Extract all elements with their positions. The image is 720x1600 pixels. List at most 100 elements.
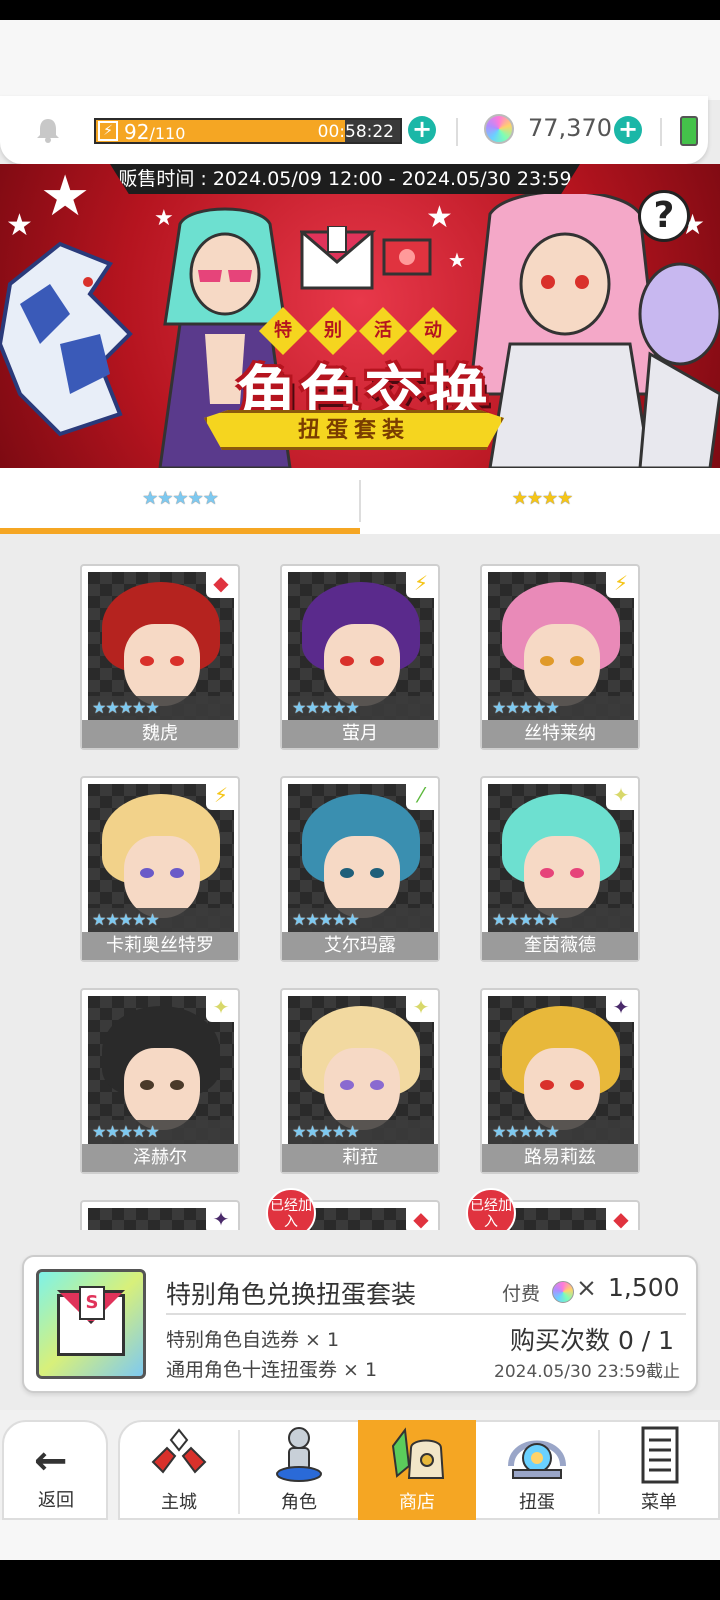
package-envelope-icon: S (36, 1269, 146, 1379)
character-stars: ★★★★★ (488, 1120, 634, 1144)
character-card[interactable]: ⚡ ★★★★★ 卡莉奥丝特罗 (80, 776, 240, 962)
character-card[interactable]: ✦ ★★★★★ 莉菈 (280, 988, 440, 1174)
character-card[interactable]: ✦ (80, 1200, 240, 1230)
portrait-face (324, 1048, 400, 1130)
package-cost: 1,500 (608, 1273, 680, 1302)
system-nav-strip (0, 1560, 720, 1600)
nav-item-menu[interactable]: 菜单 (600, 1420, 718, 1520)
back-label: 返回 (38, 1490, 74, 1511)
add-energy-button[interactable]: + (408, 116, 436, 144)
nav-label: 扭蛋 (519, 1492, 555, 1513)
portrait-eye (170, 868, 184, 878)
portrait-eye (340, 868, 354, 878)
tab-five-star[interactable]: ★★★★★ (0, 468, 360, 534)
portrait-face (124, 624, 200, 706)
portrait-eye (540, 868, 554, 878)
character-figure-icon (276, 1427, 322, 1482)
character-card[interactable]: ⚡ ★★★★★ 丝特莱纳 (480, 564, 640, 750)
energy-gauge: ⚡ 92/110 00:58:22 (94, 118, 402, 144)
character-card[interactable]: ⁄ ★★★★★ 艾尔玛露 (280, 776, 440, 962)
owned-badge: 已经加入 (266, 1188, 316, 1230)
character-name: 萤月 (282, 720, 438, 748)
nav-item-gacha[interactable]: 扭蛋 (478, 1420, 596, 1520)
package-item: 通用角色十连扭蛋券 × 1 (166, 1359, 378, 1381)
portrait-eye (540, 656, 554, 666)
character-card[interactable]: ✦ ★★★★★ 泽赫尔 (80, 988, 240, 1174)
package-cost-multiplier: × (576, 1273, 597, 1302)
element-diamond-icon: ◆ (206, 568, 236, 598)
character-name: 路易莉兹 (482, 1144, 638, 1172)
package-deadline: 2024.05/30 23:59截止 (494, 1362, 681, 1382)
portrait-eye (340, 1080, 354, 1090)
character-name: 魏虎 (82, 720, 238, 748)
star-decoration-icon: ★ (40, 164, 91, 229)
help-button[interactable]: ? (638, 190, 690, 242)
element-lightning-icon: ⚡ (606, 568, 636, 598)
character-name: 丝特莱纳 (482, 720, 638, 748)
character-stars: ★★★★★ (288, 1120, 434, 1144)
event-subtitle-ribbon: 扭蛋套装 (204, 410, 504, 450)
nav-label: 菜单 (641, 1492, 677, 1513)
energy-timer: 00:58:22 (317, 122, 394, 142)
tab-divider (359, 480, 361, 522)
portrait-eye (140, 656, 154, 666)
add-gems-button[interactable]: + (614, 116, 642, 144)
character-stars: ★★★★★ (88, 908, 234, 932)
package-panel[interactable]: S 特别角色兑换扭蛋套装 付费 × 1,500 特别角色自选券 × 1 通用角色… (22, 1255, 698, 1393)
character-name: 莉菈 (282, 1144, 438, 1172)
system-status-strip (0, 0, 720, 20)
nav-label: 主城 (161, 1492, 197, 1513)
tab-five-star-label: ★★★★★ (142, 488, 219, 509)
portrait-eye (370, 868, 384, 878)
element-light-icon: ✦ (406, 992, 436, 1022)
character-card[interactable]: ◆ 已经加入 (466, 1188, 640, 1230)
element-lightning-icon: ⚡ (406, 568, 436, 598)
tab-four-star[interactable]: ★★★★ (362, 468, 720, 534)
element-dark-icon: ✦ (606, 992, 636, 1022)
nav-item-shop[interactable]: 商店 (358, 1420, 476, 1520)
portrait-face (524, 624, 600, 706)
character-card[interactable]: ✦ ★★★★★ 路易莉兹 (480, 988, 640, 1174)
character-stars: ★★★★★ (288, 908, 434, 932)
character-stars: ★★★★★ (88, 696, 234, 720)
character-card[interactable]: ✦ ★★★★★ 奎茵薇德 (480, 776, 640, 962)
element-icon: ✦ (206, 1204, 236, 1230)
portrait-eye (570, 868, 584, 878)
portrait-face (324, 836, 400, 918)
package-divider (166, 1313, 686, 1315)
nav-item-character[interactable]: 角色 (240, 1420, 358, 1520)
event-tag: 特 别 活 动 (258, 306, 460, 356)
character-card[interactable]: ⚡ ★★★★★ 萤月 (280, 564, 440, 750)
energy-bolt-icon: ⚡ (98, 121, 118, 141)
gem-icon (484, 114, 514, 144)
portrait-eye (140, 1080, 154, 1090)
portrait-eye (340, 656, 354, 666)
nav-item-town[interactable]: 主城 (120, 1420, 238, 1520)
portrait-eye (570, 1080, 584, 1090)
element-icon: ◆ (406, 1204, 436, 1230)
package-item: 特别角色自选券 × 1 (166, 1329, 340, 1351)
event-banner[interactable]: 贩售时间 : 2024.05/09 12:00 - 2024.05/30 23:… (0, 164, 720, 468)
character-card[interactable]: ◆ 已经加入 (266, 1188, 440, 1230)
top-blank-area (0, 20, 720, 100)
shop-bag-icon (391, 1427, 445, 1479)
portrait-eye (370, 1080, 384, 1090)
energy-current: 92 (124, 120, 150, 144)
character-stars: ★★★★★ (488, 908, 634, 932)
character-card[interactable]: ◆ ★★★★★ 魏虎 (80, 564, 240, 750)
purchase-count: 购买次数 0 / 1 (510, 1326, 675, 1355)
tab-four-star-label: ★★★★ (511, 488, 574, 509)
owned-badge: 已经加入 (466, 1188, 516, 1230)
notification-bell-icon[interactable] (34, 116, 62, 144)
character-stars: ★★★★★ (488, 696, 634, 720)
back-button[interactable]: ← 返回 (2, 1420, 108, 1520)
portrait-face (524, 836, 600, 918)
energy-max: /110 (149, 124, 186, 143)
character-name: 泽赫尔 (82, 1144, 238, 1172)
portrait-eye (170, 656, 184, 666)
portrait-eye (170, 1080, 184, 1090)
element-light-icon: ✦ (206, 992, 236, 1022)
package-cost-label: 付费 (502, 1283, 541, 1305)
gacha-orb-icon (508, 1440, 566, 1479)
rarity-tabs: ★★★★★ ★★★★ (0, 468, 720, 534)
